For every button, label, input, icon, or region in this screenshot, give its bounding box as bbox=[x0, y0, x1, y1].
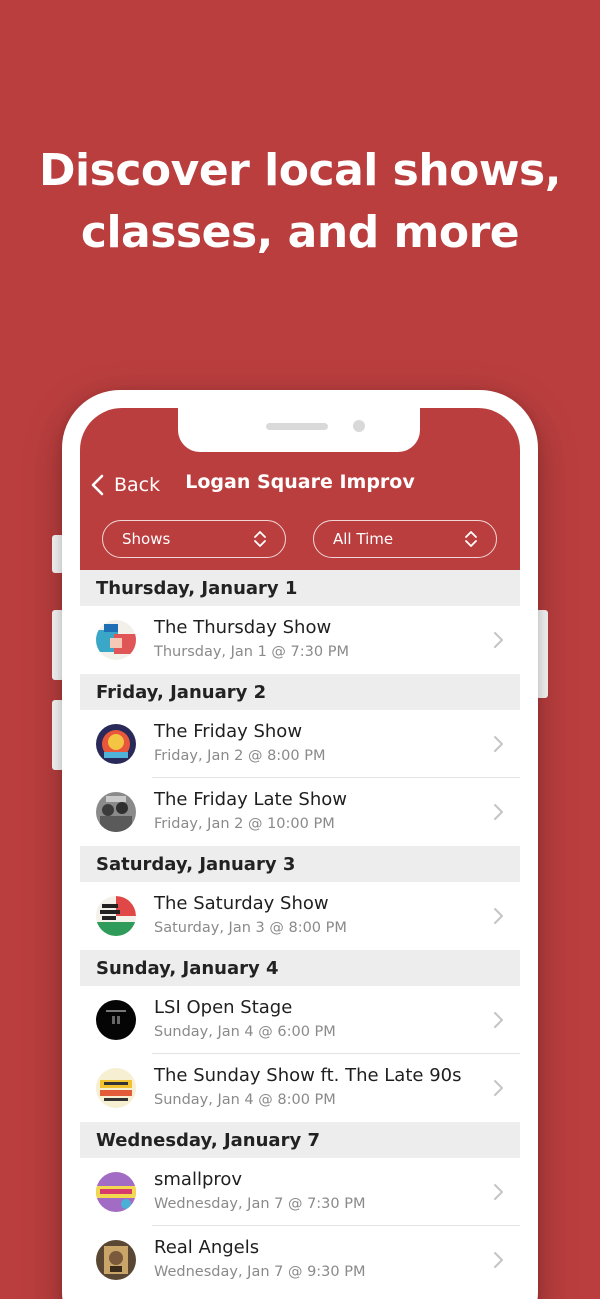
chevron-right-icon bbox=[494, 804, 503, 820]
event-datetime: Wednesday, Jan 7 @ 7:30 PM bbox=[154, 1196, 366, 1212]
event-datetime: Saturday, Jan 3 @ 8:00 PM bbox=[154, 920, 347, 936]
phone-screen: Back Logan Square Improv Shows All Time bbox=[80, 408, 520, 1299]
chevron-right-icon bbox=[494, 1012, 503, 1028]
speaker-grille bbox=[266, 423, 328, 430]
day-header: Wednesday, January 7 bbox=[80, 1122, 520, 1158]
saturday-show-thumbnail bbox=[96, 896, 136, 936]
event-row[interactable]: smallprov Wednesday, Jan 7 @ 7:30 PM bbox=[80, 1158, 520, 1226]
marketing-headline: Discover local shows, classes, and more bbox=[0, 140, 600, 264]
time-filter-select[interactable]: All Time bbox=[313, 520, 497, 558]
up-down-chevron-icon bbox=[254, 531, 266, 547]
event-datetime: Sunday, Jan 4 @ 6:00 PM bbox=[154, 1024, 336, 1040]
smallprov-thumbnail bbox=[96, 1172, 136, 1212]
phone-frame: Back Logan Square Improv Shows All Time bbox=[62, 390, 538, 1299]
event-datetime: Thursday, Jan 1 @ 7:30 PM bbox=[154, 644, 349, 660]
event-datetime: Friday, Jan 2 @ 10:00 PM bbox=[154, 816, 335, 832]
event-title: The Friday Late Show bbox=[154, 789, 347, 810]
event-title: Real Angels bbox=[154, 1237, 260, 1258]
up-down-chevron-icon bbox=[465, 531, 477, 547]
event-title: The Friday Show bbox=[154, 721, 303, 742]
chevron-right-icon bbox=[494, 736, 503, 752]
event-row[interactable]: The Friday Late Show Friday, Jan 2 @ 10:… bbox=[80, 778, 520, 846]
day-header: Thursday, January 1 bbox=[80, 570, 520, 606]
type-filter-select[interactable]: Shows bbox=[102, 520, 286, 558]
day-header: Saturday, January 3 bbox=[80, 846, 520, 882]
chevron-right-icon bbox=[494, 1252, 503, 1268]
type-filter-value: Shows bbox=[122, 530, 171, 548]
app-header: Back Logan Square Improv Shows All Time bbox=[80, 408, 520, 570]
open-stage-thumbnail bbox=[96, 1000, 136, 1040]
chevron-right-icon bbox=[494, 632, 503, 648]
friday-show-thumbnail bbox=[96, 724, 136, 764]
event-row[interactable]: The Friday Show Friday, Jan 2 @ 8:00 PM bbox=[80, 710, 520, 778]
event-title: LSI Open Stage bbox=[154, 997, 293, 1018]
chevron-right-icon bbox=[494, 1080, 503, 1096]
front-camera bbox=[353, 420, 365, 432]
event-row[interactable]: The Thursday Show Thursday, Jan 1 @ 7:30… bbox=[80, 606, 520, 674]
screen-title: Logan Square Improv bbox=[185, 471, 415, 493]
event-title: The Thursday Show bbox=[154, 617, 332, 638]
thursday-show-thumbnail bbox=[96, 620, 136, 660]
chevron-right-icon bbox=[494, 908, 503, 924]
day-header: Friday, January 2 bbox=[80, 674, 520, 710]
event-row[interactable]: Real Angels Wednesday, Jan 7 @ 9:30 PM bbox=[80, 1226, 520, 1294]
real-angels-thumbnail bbox=[96, 1240, 136, 1280]
event-title: The Sunday Show ft. The Late 90s bbox=[154, 1065, 462, 1086]
chevron-right-icon bbox=[494, 1184, 503, 1200]
event-list: Thursday, January 1 The Thursday Show Th… bbox=[80, 570, 520, 1294]
event-title: The Saturday Show bbox=[154, 893, 329, 914]
sunday-show-thumbnail bbox=[96, 1068, 136, 1108]
friday-late-show-thumbnail bbox=[96, 792, 136, 832]
headline-line-2: classes, and more bbox=[80, 207, 520, 258]
event-row[interactable]: The Saturday Show Saturday, Jan 3 @ 8:00… bbox=[80, 882, 520, 950]
time-filter-value: All Time bbox=[333, 530, 394, 548]
phone-notch bbox=[178, 408, 420, 452]
headline-line-1: Discover local shows, bbox=[39, 145, 561, 196]
event-datetime: Friday, Jan 2 @ 8:00 PM bbox=[154, 748, 326, 764]
event-row[interactable]: The Sunday Show ft. The Late 90s Sunday,… bbox=[80, 1054, 520, 1122]
event-datetime: Wednesday, Jan 7 @ 9:30 PM bbox=[154, 1264, 366, 1280]
day-header: Sunday, January 4 bbox=[80, 950, 520, 986]
event-row[interactable]: LSI Open Stage Sunday, Jan 4 @ 6:00 PM bbox=[80, 986, 520, 1054]
event-datetime: Sunday, Jan 4 @ 8:00 PM bbox=[154, 1092, 336, 1108]
event-title: smallprov bbox=[154, 1169, 243, 1190]
